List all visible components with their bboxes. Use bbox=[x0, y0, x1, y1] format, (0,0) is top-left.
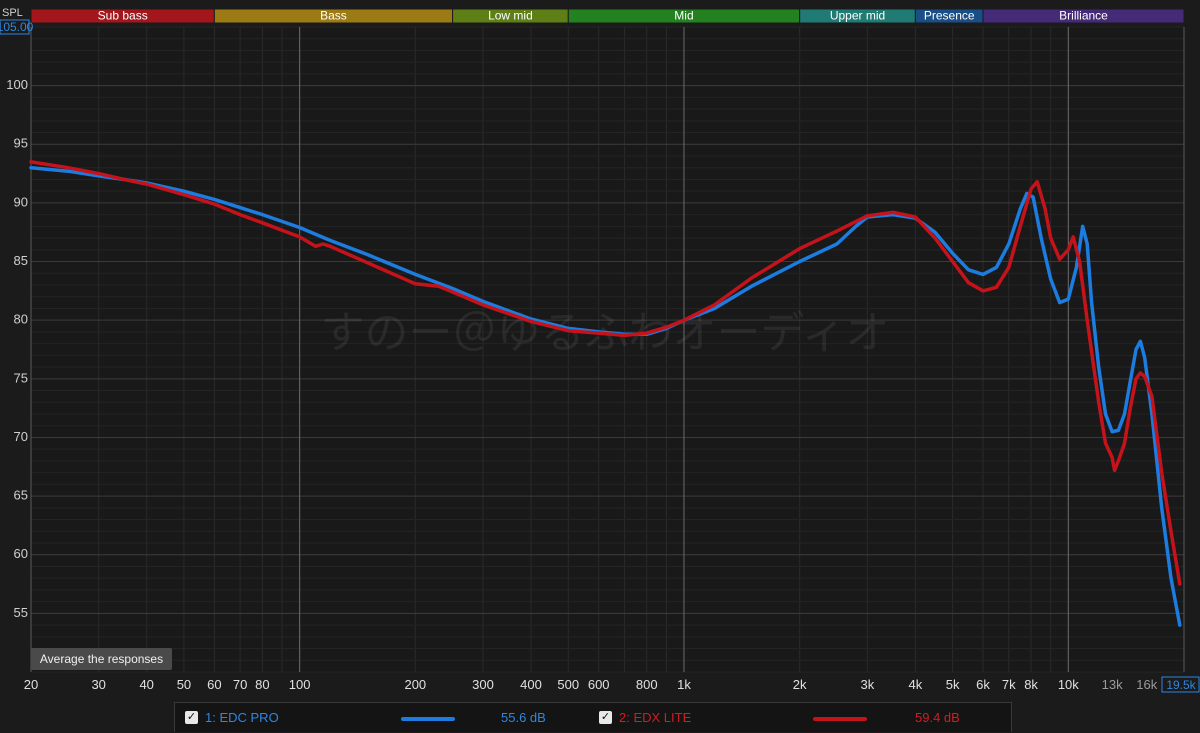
x-tick-label: 60 bbox=[207, 677, 221, 692]
y-tick-label: 75 bbox=[14, 370, 28, 385]
x-tick-label: 1k bbox=[677, 677, 691, 692]
y-tick-label: 80 bbox=[14, 312, 28, 327]
y-max-value[interactable]: 105.00 bbox=[0, 20, 34, 34]
y-tick-label: 60 bbox=[14, 546, 28, 561]
x-tick-label: 30 bbox=[91, 677, 105, 692]
band-3-label: Mid bbox=[674, 9, 693, 23]
x-tick-label: 80 bbox=[255, 677, 269, 692]
x-tick-label: 400 bbox=[520, 677, 542, 692]
x-tick-label: 500 bbox=[557, 677, 579, 692]
x-tick-label: 70 bbox=[233, 677, 247, 692]
x-tick-label: 3k bbox=[860, 677, 874, 692]
y-tick-label: 65 bbox=[14, 488, 28, 503]
x-tick-label: 200 bbox=[404, 677, 426, 692]
x-tick-label: 600 bbox=[588, 677, 610, 692]
band-4-label: Upper mid bbox=[830, 9, 885, 23]
x-tick-label: 16k bbox=[1136, 677, 1157, 692]
legend-entry-1: ✓ 1: EDC PRO 55.6 dB bbox=[175, 703, 595, 733]
x-tick-label: 50 bbox=[177, 677, 191, 692]
series-2-swatch bbox=[813, 717, 867, 721]
x-tick-label: 800 bbox=[636, 677, 658, 692]
x-tick-label: 300 bbox=[472, 677, 494, 692]
x-tick-label: 4k bbox=[908, 677, 922, 692]
y-tick-label: 90 bbox=[14, 194, 28, 209]
x-tick-label: 10k bbox=[1058, 677, 1079, 692]
x-tick-label: 13k bbox=[1102, 677, 1123, 692]
band-1-label: Bass bbox=[320, 9, 347, 23]
x-tick-label: 7k bbox=[1002, 677, 1016, 692]
band-5-label: Presence bbox=[924, 9, 975, 23]
band-0-label: Sub bass bbox=[98, 9, 148, 23]
x-tick-label: 100 bbox=[289, 677, 311, 692]
band-6-label: Brilliance bbox=[1059, 9, 1108, 23]
legend-entry-2: ✓ 2: EDX LITE 59.4 dB bbox=[595, 703, 1013, 733]
x-tick-label: 40 bbox=[139, 677, 153, 692]
y-tick-label: 85 bbox=[14, 253, 28, 268]
y-tick-label: 95 bbox=[14, 136, 28, 151]
y-tick-label: 70 bbox=[14, 429, 28, 444]
x-tick-label: 8k bbox=[1024, 677, 1038, 692]
frequency-response-chart: Sub bass Bass Low mid Mid Upper mid Presence B… bbox=[0, 7, 1200, 693]
y-axis-ticks: 55 60 65 70 75 80 85 90 95 100 bbox=[6, 77, 28, 620]
x-tick-label: 2k bbox=[793, 677, 807, 692]
x-tick-label: 5k bbox=[946, 677, 960, 692]
average-responses-button[interactable]: Average the responses bbox=[31, 648, 172, 670]
series-1-name: 1: EDC PRO bbox=[205, 710, 279, 725]
x-max-value[interactable]: 19.5k bbox=[1166, 678, 1196, 692]
series-1-value: 55.6 dB bbox=[501, 710, 546, 725]
y-axis-unit: SPL bbox=[2, 7, 23, 19]
x-axis-ticks: 20 30 40 50 60 70 80 100 200 300 400 500 600 800 1k 2k 3… bbox=[24, 677, 1158, 692]
y-tick-label: 55 bbox=[14, 605, 28, 620]
series-2-name: 2: EDX LITE bbox=[619, 710, 692, 725]
series-1-checkbox[interactable]: ✓ bbox=[185, 711, 198, 724]
frequency-band-header: Sub bass Bass Low mid Mid Upper mid Presence B… bbox=[30, 8, 1185, 24]
legend-bar: ✓ 1: EDC PRO 55.6 dB ✓ 2: EDX LITE 59.4 … bbox=[174, 702, 1012, 732]
series-2-value: 59.4 dB bbox=[915, 710, 960, 725]
series-2-checkbox[interactable]: ✓ bbox=[599, 711, 612, 724]
y-tick-label: 100 bbox=[6, 77, 28, 92]
x-tick-label: 6k bbox=[976, 677, 990, 692]
band-2-label: Low mid bbox=[488, 9, 533, 23]
series-1-swatch bbox=[401, 717, 455, 721]
x-tick-label: 20 bbox=[24, 677, 38, 692]
